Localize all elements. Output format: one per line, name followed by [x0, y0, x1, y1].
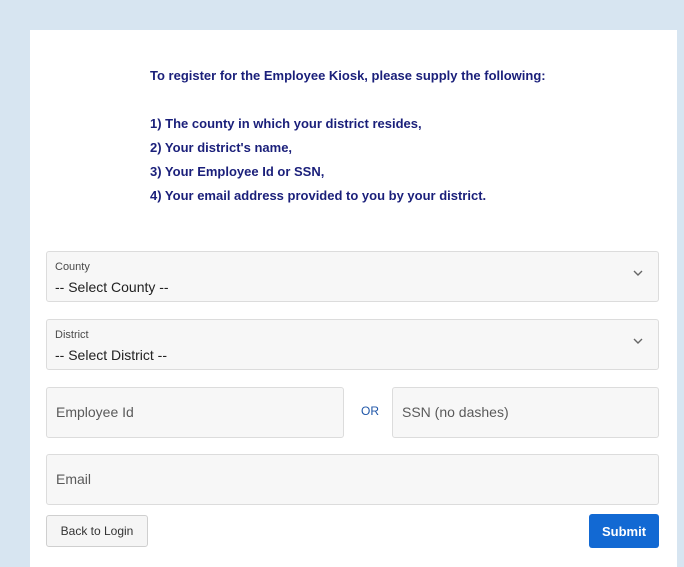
- registration-card: To register for the Employee Kiosk, plea…: [30, 30, 677, 567]
- instructions-heading: To register for the Employee Kiosk, plea…: [150, 68, 546, 83]
- county-label: County: [55, 261, 90, 273]
- submit-button[interactable]: Submit: [589, 514, 659, 548]
- registration-instructions: To register for the Employee Kiosk, plea…: [150, 64, 546, 208]
- district-selected-value: -- Select District --: [55, 347, 167, 363]
- instruction-item-email: 4) Your email address provided to you by…: [150, 188, 487, 203]
- chevron-down-icon: [633, 338, 643, 344]
- email-field[interactable]: Email: [46, 454, 659, 505]
- employee-id-field[interactable]: Employee Id: [46, 387, 344, 438]
- instruction-item-district: 2) Your district's name,: [150, 140, 293, 155]
- county-select[interactable]: County -- Select County --: [46, 251, 659, 302]
- email-placeholder: Email: [56, 471, 92, 487]
- back-to-login-button[interactable]: Back to Login: [46, 515, 148, 547]
- district-label: District: [55, 329, 89, 341]
- instruction-item-county: 1) The county in which your district res…: [150, 116, 422, 131]
- employee-id-placeholder: Employee Id: [56, 404, 134, 420]
- district-select[interactable]: District -- Select District --: [46, 319, 659, 370]
- ssn-placeholder: SSN (no dashes): [402, 404, 509, 420]
- ssn-field[interactable]: SSN (no dashes): [392, 387, 659, 438]
- instruction-item-employee-id: 3) Your Employee Id or SSN,: [150, 164, 325, 179]
- county-selected-value: -- Select County --: [55, 279, 169, 295]
- chevron-down-icon: [633, 270, 643, 276]
- or-separator: OR: [361, 404, 379, 418]
